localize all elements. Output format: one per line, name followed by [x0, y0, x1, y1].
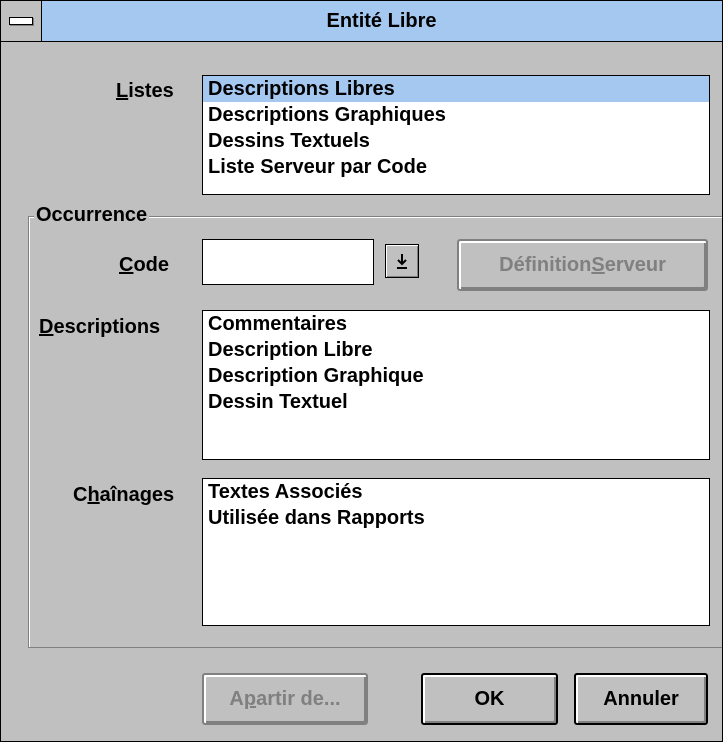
- code-dropdown-button[interactable]: [385, 244, 419, 278]
- list-item[interactable]: Description Libre: [203, 337, 709, 363]
- title-bar: Entité Libre: [1, 1, 722, 42]
- list-item[interactable]: Descriptions Libres: [203, 76, 709, 102]
- system-menu-button[interactable]: [1, 1, 42, 41]
- chainages-label: Chaînages: [73, 484, 175, 506]
- descriptions-label: Descriptions: [39, 316, 161, 338]
- dialog-window: Entité Libre Listes Descriptions Libres D…: [0, 0, 723, 742]
- list-item[interactable]: Textes Associés: [203, 479, 709, 505]
- list-item[interactable]: Commentaires: [203, 311, 709, 337]
- chainages-listbox[interactable]: Textes Associés Utilisée dans Rapports: [202, 478, 710, 626]
- code-input[interactable]: [202, 239, 374, 285]
- annuler-button[interactable]: Annuler: [574, 673, 708, 725]
- list-item[interactable]: Utilisée dans Rapports: [203, 505, 709, 531]
- list-item[interactable]: Descriptions Graphiques: [203, 102, 709, 128]
- list-item[interactable]: Dessins Textuels: [203, 128, 709, 154]
- code-label: Code: [119, 254, 170, 276]
- list-item[interactable]: Liste Serveur par Code: [203, 154, 709, 180]
- descriptions-listbox[interactable]: Commentaires Description Libre Description…: [202, 310, 710, 460]
- window-title: Entité Libre: [326, 10, 437, 32]
- a-partir-de-button[interactable]: A p artir de...: [202, 673, 368, 725]
- listes-label: Listes: [116, 80, 174, 102]
- system-menu-icon: [9, 17, 33, 25]
- ok-button[interactable]: OK: [421, 673, 558, 725]
- occurrence-label: Occurrence: [34, 204, 150, 227]
- listes-listbox[interactable]: Descriptions Libres Descriptions Graphiqu…: [202, 75, 710, 195]
- down-arrow-icon: [397, 254, 407, 269]
- list-item[interactable]: Description Graphique: [203, 363, 709, 389]
- list-item[interactable]: Dessin Textuel: [203, 389, 709, 415]
- definition-serveur-button[interactable]: Définition Serveur: [457, 239, 708, 291]
